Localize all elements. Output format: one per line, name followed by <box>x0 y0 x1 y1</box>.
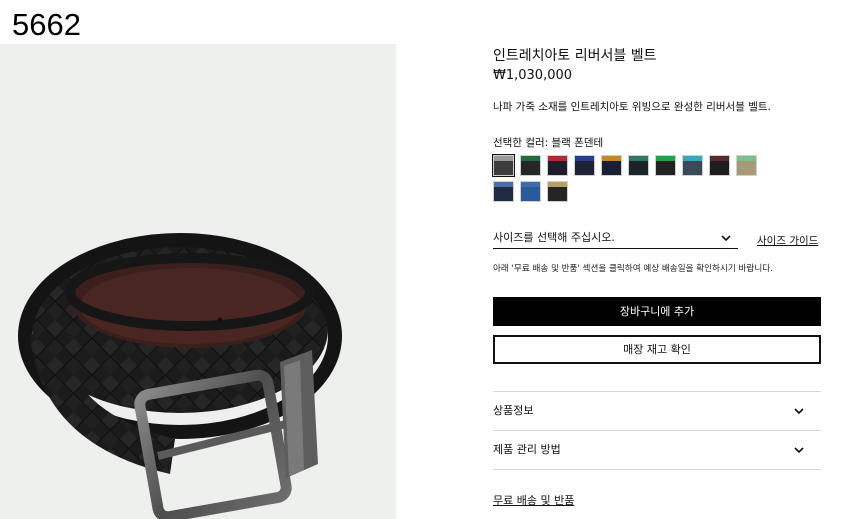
color-swatch[interactable] <box>520 155 541 176</box>
accordion-label: 상품정보 <box>493 404 534 417</box>
accordion-label: 제품 관리 방법 <box>493 443 561 456</box>
color-swatch-accent <box>656 156 675 161</box>
color-swatch-accent <box>494 156 513 161</box>
color-swatch-accent <box>629 156 648 161</box>
size-guide-link[interactable]: 사이즈 가이드 <box>757 233 818 249</box>
product-description: 나파 가죽 소재를 인트레치아토 위빙으로 완성한 리버서블 벨트. <box>493 101 771 113</box>
color-swatch[interactable] <box>520 181 541 202</box>
product-title: 인트레치아토 리버서블 벨트 <box>493 48 657 64</box>
color-swatch[interactable] <box>492 154 515 177</box>
color-swatch-accent <box>575 156 594 161</box>
product-price: ₩1,030,000 <box>493 68 573 83</box>
selected-color-label: 선택한 컬러: 블랙 폰덴테 <box>493 137 604 149</box>
color-swatch[interactable] <box>736 155 757 176</box>
color-swatch[interactable] <box>493 181 514 202</box>
color-swatch[interactable] <box>547 155 568 176</box>
color-swatch[interactable] <box>709 155 730 176</box>
free-shipping-returns-link[interactable]: 무료 배송 및 반품 <box>493 493 574 509</box>
add-to-cart-button[interactable]: 장바구니에 추가 <box>493 297 821 326</box>
chevron-down-icon <box>794 447 804 454</box>
chevron-down-icon <box>794 408 804 415</box>
accordion-care-instructions[interactable]: 제품 관리 방법 <box>493 431 821 469</box>
color-swatch-accent <box>521 182 540 187</box>
color-swatch-accent <box>548 156 567 161</box>
color-swatch[interactable] <box>574 155 595 176</box>
product-image <box>0 44 396 519</box>
chevron-down-icon <box>721 235 731 242</box>
color-swatch-grid <box>492 154 783 202</box>
color-swatch[interactable] <box>601 155 622 176</box>
size-select-placeholder: 사이즈를 선택해 주십시오. <box>493 231 615 244</box>
color-swatch-accent <box>602 156 621 161</box>
color-swatch-accent <box>683 156 702 161</box>
accordion-product-info[interactable]: 상품정보 <box>493 392 821 430</box>
size-select[interactable]: 사이즈를 선택해 주십시오. <box>493 229 738 249</box>
color-swatch-accent <box>494 182 513 187</box>
color-swatch-accent <box>521 156 540 161</box>
color-swatch-accent <box>710 156 729 161</box>
divider <box>493 469 821 470</box>
color-swatch[interactable] <box>628 155 649 176</box>
belt-illustration <box>18 233 342 519</box>
color-swatch[interactable] <box>682 155 703 176</box>
delivery-notice: 아래 '무료 배송 및 반품' 섹션을 클릭하여 예상 배송일을 확인하시기 바… <box>493 264 773 274</box>
color-swatch-accent <box>548 182 567 187</box>
color-swatch-accent <box>737 156 756 161</box>
color-swatch[interactable] <box>655 155 676 176</box>
page-id-label: 5662 <box>12 7 81 42</box>
check-store-stock-button[interactable]: 매장 재고 확인 <box>493 335 821 364</box>
color-swatch[interactable] <box>547 181 568 202</box>
